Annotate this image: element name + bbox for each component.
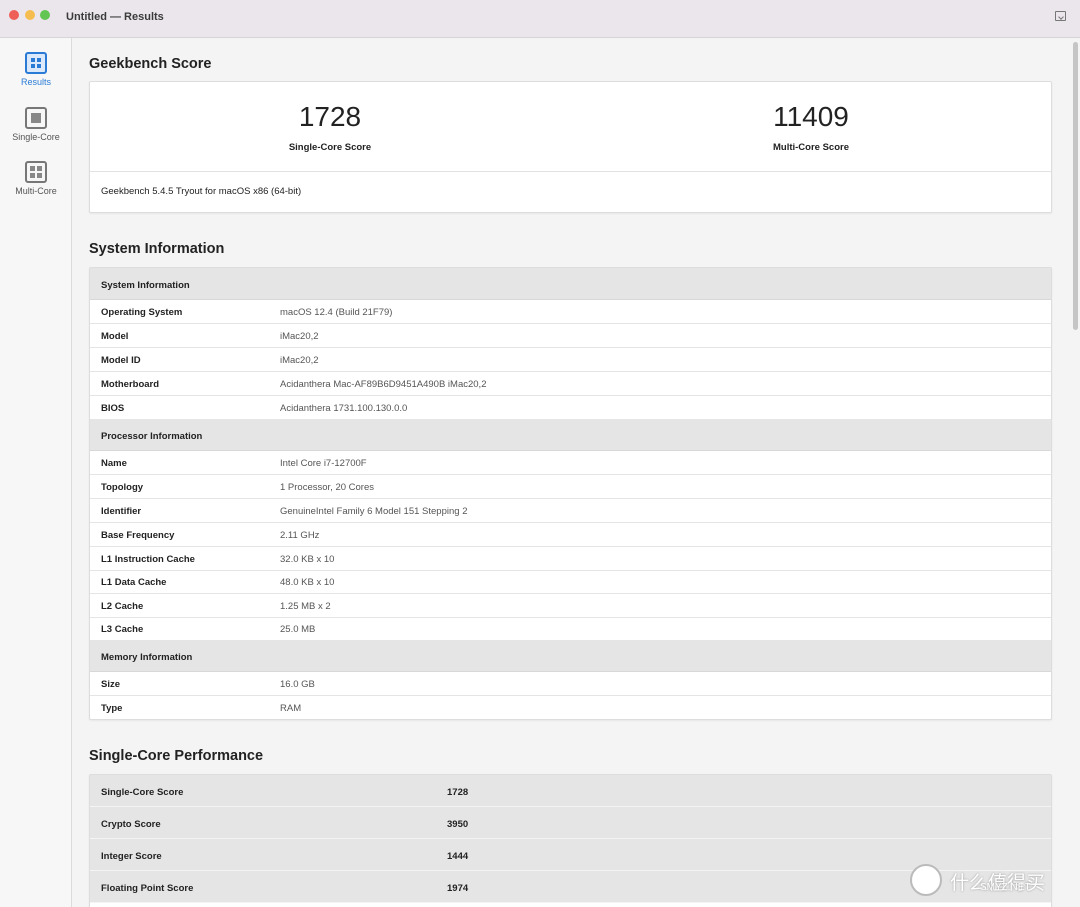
table-row: Operating System macOS 12.4 (Build 21F79) <box>90 300 1051 324</box>
geekbench-score-card: 1728 Single-Core Score 11409 Multi-Core … <box>89 81 1052 213</box>
table-row: Crypto Score 3950 <box>90 807 1051 839</box>
sidebar-item-multi-core[interactable]: Multi-Core <box>0 161 72 196</box>
table-row: L2 Cache 1.25 MB x 2 <box>90 594 1051 618</box>
table-row: Topology 1 Processor, 20 Cores <box>90 475 1051 499</box>
table-row: L3 Cache 25.0 MB <box>90 617 1051 641</box>
watermark-subtext: SMYZ.NET <box>980 882 1031 893</box>
table-group-header: System Information <box>90 268 1051 300</box>
table-row: Motherboard Acidanthera Mac-AF89B6D9451A4… <box>90 372 1051 396</box>
cpu-single-icon <box>25 107 47 129</box>
table-row: Identifier GenuineIntel Family 6 Model 15… <box>90 499 1051 523</box>
close-window-button[interactable] <box>9 10 19 20</box>
sidebar-item-results[interactable]: Results <box>0 52 72 87</box>
sidebar-item-label: Multi-Core <box>15 186 57 196</box>
table-row: BIOS Acidanthera 1731.100.130.0.0 <box>90 396 1051 420</box>
table-row: Base Frequency 2.11 GHz <box>90 523 1051 547</box>
table-row: Model ID iMac20,2 <box>90 348 1051 372</box>
version-info: Geekbench 5.4.5 Tryout for macOS x86 (64… <box>90 171 1051 212</box>
system-information-table: System Information Operating System macOS… <box>89 267 1052 720</box>
results-icon <box>25 52 47 74</box>
watermark: 什么值得买 SMYZ.NET <box>910 862 1075 902</box>
zoom-window-button[interactable] <box>40 10 50 20</box>
table-group-header: Processor Information <box>90 419 1051 451</box>
single-core-performance-table: Single-Core Score 1728 Crypto Score 3950 I… <box>89 774 1052 907</box>
single-core-score-label: Single-Core Score <box>288 142 372 153</box>
multi-core-score-value: 11409 <box>773 101 849 132</box>
cpu-multi-icon <box>25 161 47 183</box>
table-row: Type RAM <box>101 703 302 714</box>
table-row: L1 Instruction Cache 32.0 KB x 10 <box>90 547 1051 571</box>
title-bar: Untitled — Results <box>0 0 1080 38</box>
window-title: Untitled — Results <box>66 11 164 23</box>
share-icon[interactable] <box>1055 11 1066 21</box>
multi-core-score-label: Multi-Core Score <box>772 142 849 153</box>
watermark-logo-icon <box>910 864 942 896</box>
table-row: Floating Point Score 1974 <box>90 871 1051 903</box>
sidebar-item-single-core[interactable]: Single-Core <box>0 107 72 142</box>
table-group-header: Memory Information <box>90 640 1051 672</box>
single-core-performance-heading: Single-Core Performance <box>89 748 264 764</box>
sidebar: Results Single-Core Multi-Core <box>0 38 72 907</box>
table-row: L1 Data Cache 48.0 KB x 10 <box>90 570 1051 594</box>
table-row: Size 16.0 GB <box>90 672 1051 696</box>
geekbench-score-heading: Geekbench Score <box>89 56 212 72</box>
table-row: Model iMac20,2 <box>90 324 1051 348</box>
minimize-window-button[interactable] <box>25 10 35 20</box>
scrollbar-thumb[interactable] <box>1073 42 1078 330</box>
sidebar-item-label: Results <box>20 77 51 87</box>
table-row: Name Intel Core i7-12700F <box>90 451 1051 475</box>
sidebar-item-label: Single-Core <box>12 132 60 142</box>
table-row: Integer Score 1444 <box>90 839 1051 871</box>
table-row: Single-Core Score 1728 <box>90 775 1051 807</box>
system-information-heading: System Information <box>89 241 225 257</box>
single-core-score-value: 1728 <box>298 101 362 132</box>
